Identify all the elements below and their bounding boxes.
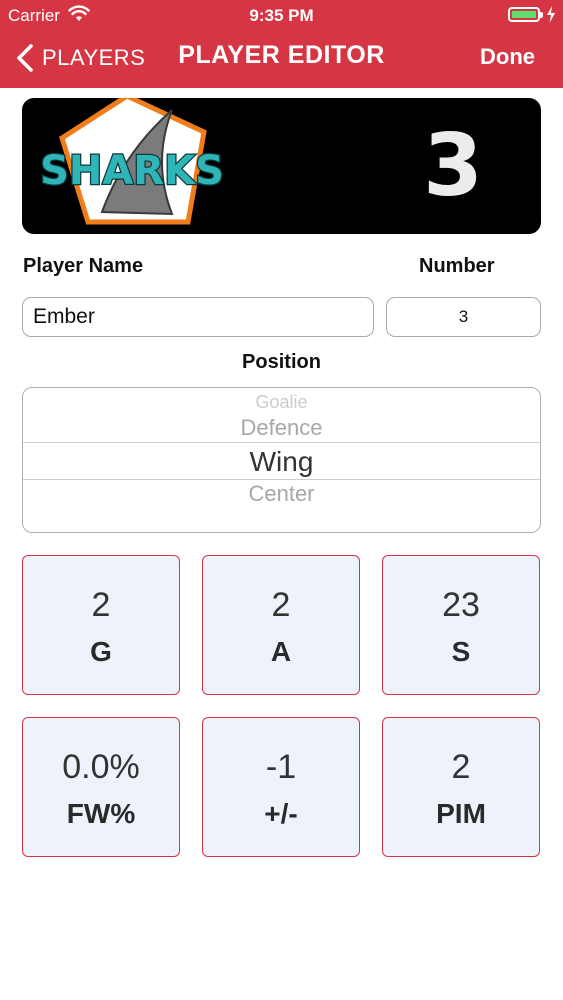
stat-tile-faceoff-win-pct[interactable]: 0.0% FW% <box>22 717 180 857</box>
stat-label: A <box>270 636 292 667</box>
charging-bolt-icon <box>547 6 555 23</box>
picker-option-goalie[interactable]: Goalie <box>23 388 540 410</box>
stat-value: 2 <box>271 586 291 624</box>
number-label: Number <box>419 255 495 277</box>
stat-tile-penalty-minutes[interactable]: 2 PIM <box>382 717 540 857</box>
stat-label: FW% <box>66 798 136 829</box>
header-bar: Carrier 9:35 PM PLAYERS PLAYER EDITOR Do… <box>0 0 563 88</box>
jersey-number: 3 <box>423 116 483 216</box>
stat-value: -1 <box>265 748 297 786</box>
stat-label: PIM <box>436 798 486 829</box>
picker-option-wing-selected[interactable]: Wing <box>23 446 540 478</box>
page-title: PLAYER EDITOR <box>178 41 385 69</box>
stat-value: 2 <box>451 748 471 786</box>
position-label: Position <box>242 351 321 373</box>
status-bar: Carrier 9:35 PM <box>0 0 563 30</box>
stat-value: 23 <box>442 586 480 624</box>
player-name-input[interactable] <box>22 297 374 337</box>
team-banner: SHARKS 3 <box>22 98 541 234</box>
stat-value: 0.0% <box>62 748 140 786</box>
picker-selection-line-bottom <box>23 479 540 480</box>
picker-option-center[interactable]: Center <box>23 481 540 507</box>
picker-selection-line-top <box>23 442 540 443</box>
stat-label: G <box>90 636 112 667</box>
picker-option-defence[interactable]: Defence <box>23 415 540 441</box>
logo-wordmark: SHARKS <box>40 148 224 194</box>
stat-tile-plus-minus[interactable]: -1 +/- <box>202 717 360 857</box>
stat-value: 2 <box>91 586 111 624</box>
stat-tile-shots[interactable]: 23 S <box>382 555 540 695</box>
stat-label: S <box>451 636 471 667</box>
player-name-label: Player Name <box>23 255 144 277</box>
stat-tile-goals[interactable]: 2 G <box>22 555 180 695</box>
position-picker[interactable]: Goalie Defence Wing Center <box>22 387 541 533</box>
navigation-bar: PLAYERS PLAYER EDITOR Done <box>0 30 563 88</box>
stat-tile-assists[interactable]: 2 A <box>202 555 360 695</box>
stat-label: +/- <box>264 798 298 829</box>
clock: 9:35 PM <box>249 6 314 25</box>
number-input[interactable] <box>386 297 541 337</box>
battery-icon <box>508 7 543 22</box>
sharks-logo: SHARKS <box>39 98 225 225</box>
done-button[interactable]: Done <box>480 44 535 70</box>
